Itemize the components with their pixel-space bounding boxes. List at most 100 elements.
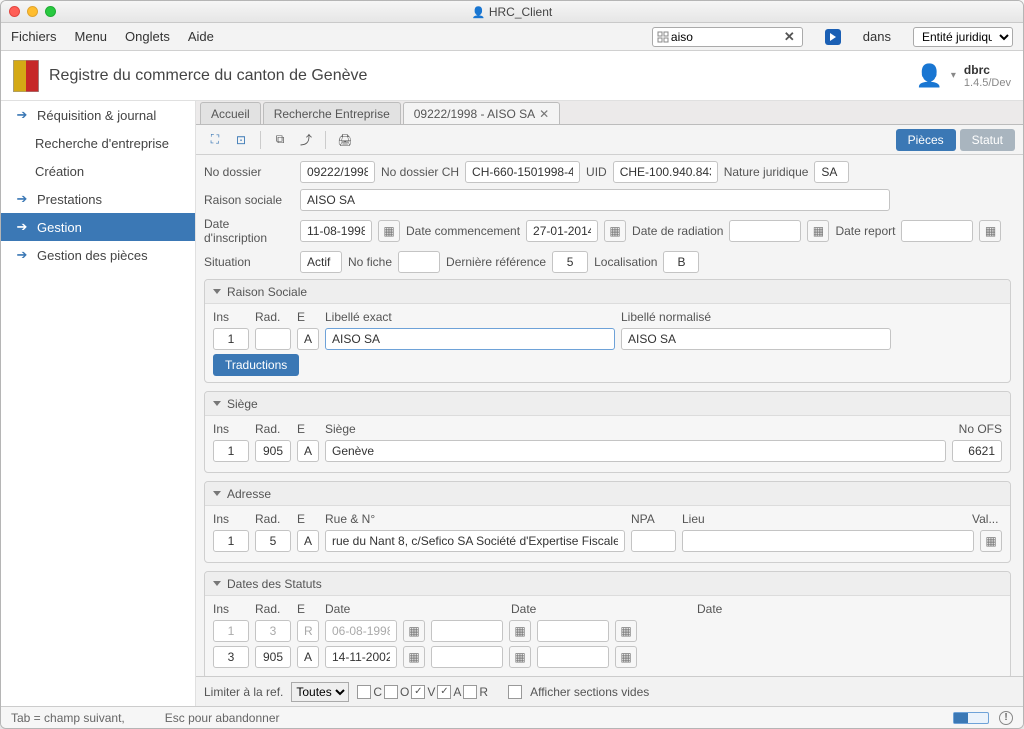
checkbox-r[interactable] — [463, 685, 477, 699]
section-header[interactable]: Adresse — [205, 482, 1010, 506]
calendar-icon[interactable]: ▦ — [807, 220, 829, 242]
run-search-button[interactable] — [825, 29, 841, 45]
raison-field[interactable] — [300, 189, 890, 211]
col-date: Date — [511, 602, 691, 616]
rad-field[interactable] — [255, 328, 291, 350]
calendar-icon[interactable]: ▦ — [509, 646, 531, 668]
status-tab: Tab = champ suivant, — [11, 711, 125, 725]
rad-field[interactable] — [255, 530, 291, 552]
rad-field[interactable] — [255, 620, 291, 642]
date-field[interactable] — [537, 620, 609, 642]
date-field[interactable] — [325, 620, 397, 642]
e-field[interactable] — [297, 646, 319, 668]
pieces-button[interactable]: Pièces — [896, 129, 956, 151]
sidebar-item-creation[interactable]: Création — [1, 157, 195, 185]
ins-field[interactable] — [213, 440, 249, 462]
ins-field[interactable] — [213, 620, 249, 642]
col-date: Date — [325, 602, 505, 616]
tab-accueil[interactable]: Accueil — [200, 102, 261, 124]
menu-menu[interactable]: Menu — [75, 29, 108, 44]
e-field[interactable] — [297, 440, 319, 462]
checkbox-a[interactable] — [437, 685, 451, 699]
libelle-norm-field[interactable] — [621, 328, 891, 350]
link-icon[interactable]: ⤴ — [295, 130, 317, 150]
limiter-select[interactable]: Toutes — [291, 682, 349, 702]
date-field[interactable] — [431, 620, 503, 642]
calendar-icon[interactable]: ▦ — [979, 220, 1001, 242]
entity-select[interactable]: Entité juridique — [913, 27, 1013, 47]
checkbox-c[interactable] — [357, 685, 371, 699]
calendar-icon[interactable]: ▦ — [403, 620, 425, 642]
copy-icon[interactable]: ⧉ — [269, 130, 291, 150]
calendar-icon[interactable]: ▦ — [403, 646, 425, 668]
info-icon[interactable]: ! — [999, 711, 1013, 725]
picker-icon[interactable]: ▦ — [980, 530, 1002, 552]
no-dossier-ch-field[interactable] — [465, 161, 580, 183]
siege-field[interactable] — [325, 440, 946, 462]
calendar-icon[interactable]: ▦ — [378, 220, 400, 242]
e-field[interactable] — [297, 620, 319, 642]
section-header[interactable]: Siège — [205, 392, 1010, 416]
section-header[interactable]: Dates des Statuts — [205, 572, 1010, 596]
rad-field[interactable] — [255, 440, 291, 462]
section-header[interactable]: Raison Sociale — [205, 280, 1010, 304]
search-input[interactable] — [671, 28, 781, 46]
e-field[interactable] — [297, 530, 319, 552]
calendar-icon[interactable]: ▦ — [604, 220, 626, 242]
toolbar: ⛶ ⊡ ⧉ ⤴ 🖨 Pièces Statut — [196, 125, 1023, 155]
statut-button[interactable]: Statut — [960, 129, 1015, 151]
sidebar-item-pieces[interactable]: ➔ Gestion des pièces — [1, 241, 195, 269]
checkbox-v[interactable] — [411, 685, 425, 699]
lieu-field[interactable] — [682, 530, 974, 552]
collapse-icon[interactable]: ⊡ — [230, 130, 252, 150]
print-icon[interactable]: 🖨 — [334, 130, 356, 150]
date-field[interactable] — [431, 646, 503, 668]
calendar-icon[interactable]: ▦ — [509, 620, 531, 642]
sidebar-item-requisition[interactable]: ➔ Réquisition & journal — [1, 101, 195, 129]
checkbox-o[interactable] — [384, 685, 398, 699]
date-insc-label: Date d'inscription — [204, 217, 294, 245]
tab-dossier[interactable]: 09222/1998 - AISO SA ✕ — [403, 102, 560, 124]
e-field[interactable] — [297, 328, 319, 350]
traductions-button[interactable]: Traductions — [213, 354, 299, 376]
date-field[interactable] — [537, 646, 609, 668]
libelle-field[interactable] — [325, 328, 615, 350]
ins-field[interactable] — [213, 646, 249, 668]
noofs-field[interactable] — [952, 440, 1002, 462]
menu-onglets[interactable]: Onglets — [125, 29, 170, 44]
sidebar: ➔ Réquisition & journal Recherche d'entr… — [1, 101, 196, 706]
quick-search[interactable]: ✕ — [652, 27, 803, 47]
npa-field[interactable] — [631, 530, 676, 552]
uid-field[interactable] — [613, 161, 718, 183]
no-dossier-ch-label: No dossier CH — [381, 165, 459, 179]
menu-fichiers[interactable]: Fichiers — [11, 29, 57, 44]
avatar[interactable]: 👤 — [915, 63, 942, 89]
nature-field[interactable] — [814, 161, 849, 183]
localisation-field[interactable] — [663, 251, 699, 273]
date-comm-field[interactable] — [526, 220, 598, 242]
no-fiche-field[interactable] — [398, 251, 440, 273]
date-field[interactable] — [325, 646, 397, 668]
calendar-icon[interactable]: ▦ — [615, 646, 637, 668]
chevron-down-icon[interactable]: ▾ — [951, 70, 956, 81]
situation-field[interactable] — [300, 251, 342, 273]
date-report-field[interactable] — [901, 220, 973, 242]
clear-icon[interactable]: ✕ — [781, 29, 798, 45]
sidebar-item-gestion[interactable]: ➔ Gestion — [1, 213, 195, 241]
sidebar-item-prestations[interactable]: ➔ Prestations — [1, 185, 195, 213]
rad-field[interactable] — [255, 646, 291, 668]
close-icon[interactable]: ✕ — [539, 107, 549, 121]
expand-icon[interactable]: ⛶ — [204, 130, 226, 150]
date-rad-field[interactable] — [729, 220, 801, 242]
ins-field[interactable] — [213, 328, 249, 350]
tab-recherche[interactable]: Recherche Entreprise — [263, 102, 401, 124]
sidebar-item-recherche[interactable]: Recherche d'entreprise — [1, 129, 195, 157]
dern-ref-field[interactable] — [552, 251, 588, 273]
menu-aide[interactable]: Aide — [188, 29, 214, 44]
calendar-icon[interactable]: ▦ — [615, 620, 637, 642]
checkbox-afficher[interactable] — [508, 685, 522, 699]
date-insc-field[interactable] — [300, 220, 372, 242]
no-dossier-field[interactable] — [300, 161, 375, 183]
rue-field[interactable] — [325, 530, 625, 552]
ins-field[interactable] — [213, 530, 249, 552]
